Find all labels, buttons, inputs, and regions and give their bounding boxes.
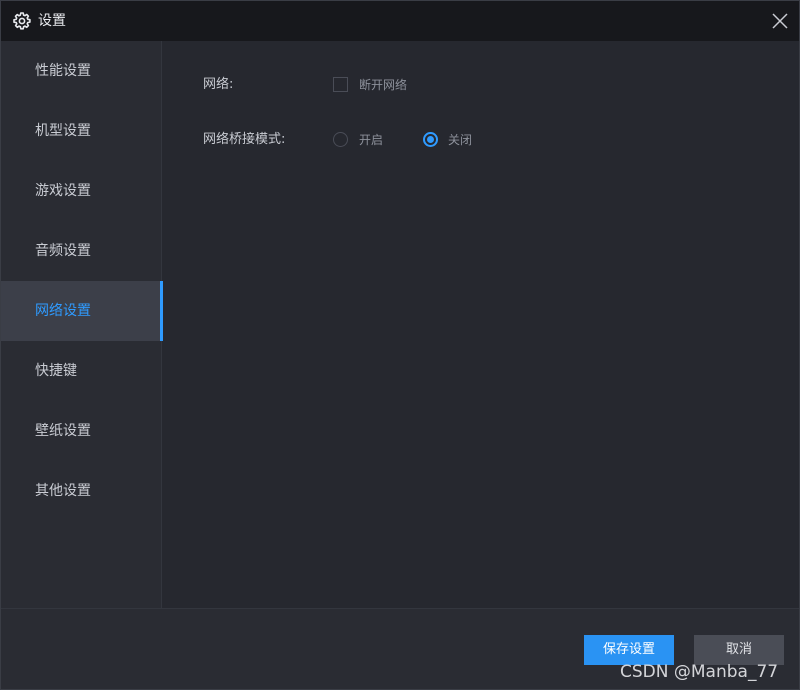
network-settings-panel: 网络: 断开网络 网络桥接模式: 开启 关闭	[163, 41, 799, 608]
watermark-text: CSDN @Manba_77	[620, 662, 779, 682]
settings-window: 设置 性能设置 机型设置 游戏设置 音频设置 网络设置 快捷键 壁纸设置 其他设…	[0, 0, 800, 690]
sidebar-item-audio[interactable]: 音频设置	[1, 221, 162, 281]
sidebar-item-game[interactable]: 游戏设置	[1, 161, 162, 221]
dialog-footer: 保存设置 取消 CSDN @Manba_77	[1, 608, 799, 689]
sidebar-item-network[interactable]: 网络设置	[1, 281, 163, 341]
network-label: 网络:	[203, 77, 234, 92]
settings-sidebar: 性能设置 机型设置 游戏设置 音频设置 网络设置 快捷键 壁纸设置 其他设置	[1, 41, 163, 608]
disconnect-network-checkbox[interactable]	[333, 77, 348, 92]
sidebar-item-other[interactable]: 其他设置	[1, 461, 162, 521]
sidebar-item-device-model[interactable]: 机型设置	[1, 101, 162, 161]
bridge-mode-label: 网络桥接模式:	[203, 132, 286, 147]
disconnect-network-label[interactable]: 断开网络	[359, 77, 407, 93]
window-title: 设置	[38, 13, 66, 29]
title-bar: 设置	[1, 1, 799, 41]
sidebar-item-shortcuts[interactable]: 快捷键	[1, 341, 162, 401]
close-icon[interactable]	[771, 12, 789, 30]
bridge-on-radio[interactable]	[333, 132, 348, 147]
gear-icon	[13, 12, 31, 30]
bridge-off-label[interactable]: 关闭	[448, 132, 472, 148]
bridge-off-radio[interactable]	[423, 132, 438, 147]
sidebar-item-performance[interactable]: 性能设置	[1, 41, 162, 101]
sidebar-item-wallpaper[interactable]: 壁纸设置	[1, 401, 162, 461]
radio-selected-dot	[427, 136, 434, 143]
bridge-on-label[interactable]: 开启	[359, 132, 383, 148]
